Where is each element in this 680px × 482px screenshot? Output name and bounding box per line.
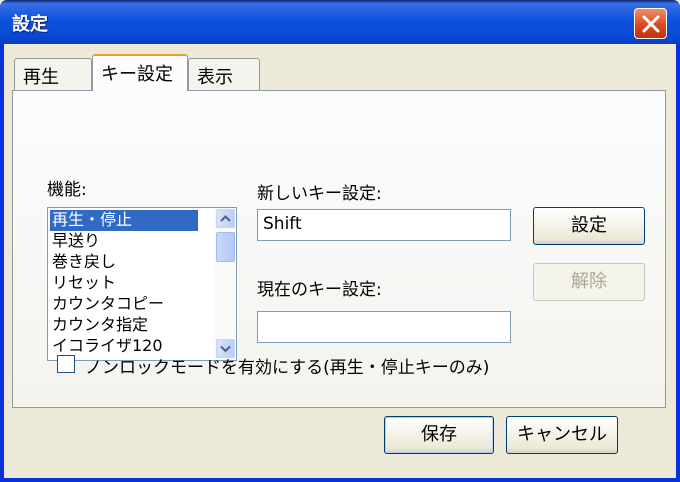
current-key-field[interactable] — [257, 311, 511, 343]
list-item[interactable]: カウンタ指定 — [50, 315, 198, 336]
tab-key-settings[interactable]: キー設定 — [92, 54, 188, 91]
title-bar[interactable]: 設定 — [0, 0, 680, 44]
tab-label: 表示 — [197, 67, 233, 88]
settings-dialog: 設定 再生 キー設定 表示 機能: 再生・停止 早送り 巻き戻し リセット カウ… — [0, 0, 680, 482]
release-button[interactable]: 解除 — [533, 263, 645, 301]
scroll-thumb[interactable] — [216, 232, 235, 262]
set-button[interactable]: 設定 — [533, 207, 645, 245]
new-key-label: 新しいキー設定: — [257, 184, 382, 204]
close-icon — [642, 15, 660, 33]
function-label: 機能: — [47, 180, 87, 200]
list-item[interactable]: リセット — [50, 273, 198, 294]
nonlock-checkbox[interactable] — [57, 355, 75, 373]
function-list: 再生・停止 早送り 巻き戻し リセット カウンタコピー カウンタ指定 イコライザ… — [50, 210, 198, 357]
scroll-up-button[interactable] — [216, 209, 235, 228]
chevron-up-icon — [220, 215, 231, 222]
function-listbox[interactable]: 再生・停止 早送り 巻き戻し リセット カウンタコピー カウンタ指定 イコライザ… — [47, 207, 237, 361]
cancel-button[interactable]: キャンセル — [506, 416, 618, 454]
close-button[interactable] — [634, 8, 667, 39]
listbox-scrollbar[interactable] — [215, 208, 236, 360]
window-title: 設定 — [12, 14, 48, 35]
tab-label: 再生 — [23, 67, 59, 88]
tab-playback[interactable]: 再生 — [14, 58, 92, 90]
save-button[interactable]: 保存 — [384, 416, 494, 454]
list-item[interactable]: カウンタコピー — [50, 294, 198, 315]
list-item[interactable]: 巻き戻し — [50, 252, 198, 273]
tab-label: キー設定 — [101, 64, 173, 85]
dialog-body: 再生 キー設定 表示 機能: 再生・停止 早送り 巻き戻し リセット カウンタコ… — [4, 44, 676, 478]
current-key-label: 現在のキー設定: — [257, 280, 382, 300]
list-item[interactable]: 再生・停止 — [50, 210, 198, 231]
tab-display[interactable]: 表示 — [188, 58, 260, 90]
key-settings-panel: 機能: 再生・停止 早送り 巻き戻し リセット カウンタコピー カウンタ指定 イ… — [12, 90, 666, 408]
nonlock-label[interactable]: ノンロックモードを有効にする(再生・停止キーのみ) — [85, 353, 489, 378]
new-key-field[interactable]: Shift — [257, 209, 511, 241]
list-item[interactable]: 早送り — [50, 231, 198, 252]
